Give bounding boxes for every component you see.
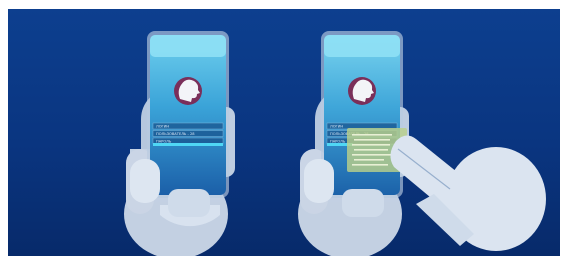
pointing-hand-icon: [390, 135, 546, 251]
avatar-icon: [348, 77, 376, 105]
field-login-label: ЛОГИН: [156, 124, 169, 128]
illustration-stage: ЛОГИН ПОЛЬЗОВАТЕЛЬ - 28 ПАРОЛЬ ЛОГИН ПОЛ…: [8, 9, 560, 256]
field-username-label: ПОЛЬЗОВАТЕЛЬ - 28: [156, 132, 195, 136]
login-form: ЛОГИН ПОЛЬЗОВАТЕЛЬ - 28 ПАРОЛЬ: [152, 122, 224, 146]
two-phone-illustration: ЛОГИН ПОЛЬЗОВАТЕЛЬ - 28 ПАРОЛЬ ЛОГИН ПОЛ…: [124, 31, 546, 256]
field-login-label: ЛОГИН: [330, 124, 343, 128]
field-password-label: ПАРОЛЬ: [156, 139, 172, 143]
scene-touch-entry: ЛОГИН ПОЛЬЗОВАТЕЛЬ - 28 ПАРОЛЬ: [298, 31, 546, 256]
scene-manual-entry: ЛОГИН ПОЛЬЗОВАТЕЛЬ - 28 ПАРОЛЬ: [124, 31, 235, 256]
field-password-label: ПАРОЛЬ: [330, 139, 346, 143]
avatar-icon: [174, 77, 202, 105]
progress-bar: [153, 143, 223, 146]
